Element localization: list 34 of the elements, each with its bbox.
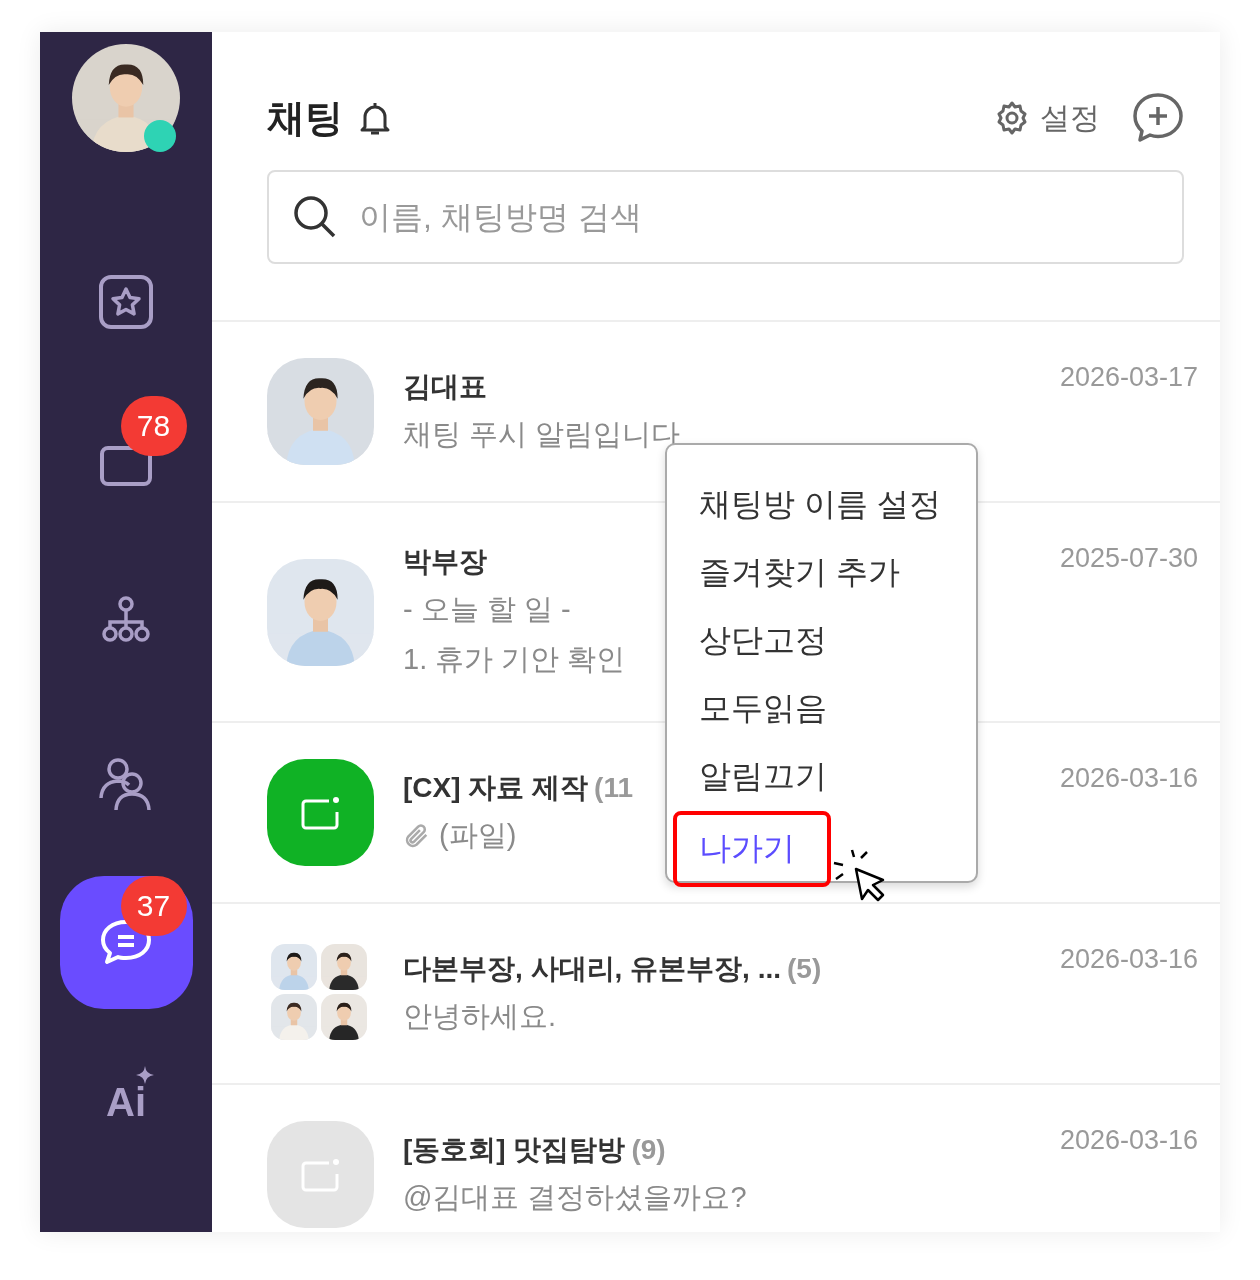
- chat-name: 다본부장, 사대리, 유본부장, ...: [403, 951, 781, 986]
- page-title: 채팅: [267, 95, 343, 141]
- chat-name: 박부장: [403, 545, 487, 579]
- member-count: (5): [787, 952, 822, 985]
- message-preview: (파일): [439, 817, 517, 853]
- message-preview: @김대표 결정하셨을까요?: [403, 1179, 747, 1215]
- chat-date: 2026-03-16: [1059, 1125, 1198, 1156]
- nav-button[interactable]: 78: [59, 395, 193, 529]
- nav-button[interactable]: 37: [59, 875, 193, 1009]
- message-preview: 안녕하세요.: [403, 998, 557, 1034]
- ai-label: Ai: [106, 1079, 146, 1125]
- chat-date: 2026-03-17: [1059, 362, 1198, 393]
- chat-row[interactable]: [동호회] 맛집탐방 (9) @김대표 결정하셨을까요? 2026-03-16: [212, 1085, 1220, 1232]
- unread-badge: 78: [120, 395, 187, 456]
- chat-name: [CX] 자료 제작: [403, 770, 589, 805]
- chat-date: 2025-07-30: [1059, 543, 1198, 574]
- unread-badge: 37: [120, 875, 187, 936]
- menu-item[interactable]: 상단고정: [673, 603, 853, 671]
- search-bar[interactable]: 이름, 채팅방명 검색: [267, 170, 1184, 264]
- member-count: (11: [594, 771, 634, 804]
- menu-item[interactable]: 나가기: [673, 811, 831, 887]
- message-preview: - 오늘 할 일 -: [403, 592, 571, 627]
- member-count: (9): [631, 1133, 666, 1166]
- menu-item[interactable]: 즐겨찾기 추가: [673, 535, 926, 603]
- menu-item[interactable]: 알림끄기: [673, 739, 853, 807]
- chat-row[interactable]: 다본부장, 사대리, 유본부장, ... (5) 안녕하세요. 2026-03-16: [212, 904, 1220, 1085]
- message-preview: 1. 휴가 기안 확인: [403, 642, 626, 677]
- ai-button[interactable]: Ai: [59, 1035, 193, 1169]
- message-preview: 채팅 푸시 알림입니다: [403, 416, 681, 452]
- settings-button[interactable]: 설정: [994, 97, 1100, 139]
- chat-name: 김대표: [403, 369, 487, 404]
- chat-date: 2026-03-16: [1059, 944, 1198, 975]
- chat-date: 2026-03-16: [1059, 763, 1198, 794]
- chat-name: [동호회] 맛집탐방: [403, 1132, 626, 1167]
